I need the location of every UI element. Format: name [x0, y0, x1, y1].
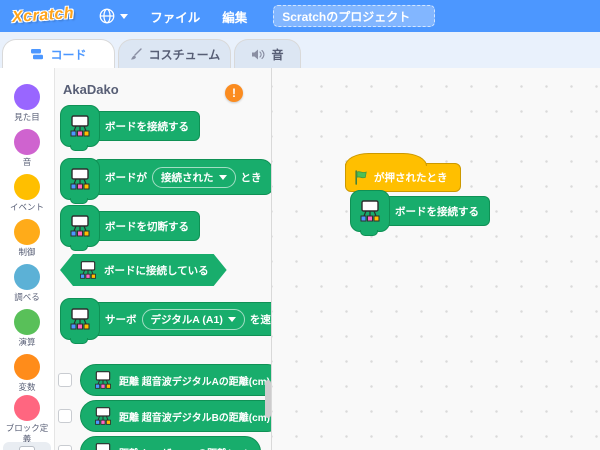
block-distance-ultrasonic-b[interactable]: 距離 超音波デジタルBの距離(cm)	[80, 400, 272, 432]
akadako-board-icon	[60, 205, 100, 247]
board-state-dropdown[interactable]: 接続された	[152, 167, 236, 188]
chevron-down-icon	[228, 317, 236, 322]
category-akadako-extension[interactable]	[3, 442, 51, 450]
chevron-down-icon	[120, 14, 128, 19]
project-name-input[interactable]	[273, 5, 435, 27]
reporter-checkbox[interactable]	[58, 409, 72, 423]
category-operators-dot	[14, 309, 40, 335]
block-label: ボードに接続している	[104, 263, 209, 278]
speaker-icon	[251, 48, 265, 61]
tab-costumes[interactable]: コスチューム	[118, 39, 231, 68]
tab-sounds-label: 音	[271, 46, 283, 63]
tab-sounds[interactable]: 音	[234, 39, 301, 68]
akadako-board-icon	[93, 406, 113, 426]
category-operators[interactable]: 演算	[0, 309, 54, 348]
category-variables-dot	[14, 354, 40, 380]
block-palette: AkaDako ! ボードを接続する	[55, 68, 272, 450]
chevron-down-icon	[219, 175, 227, 180]
language-selector[interactable]	[98, 7, 128, 25]
block-label: ボードを切断する	[105, 219, 189, 234]
code-blocks-icon	[30, 48, 44, 61]
menu-file[interactable]: ファイル	[150, 7, 200, 26]
reporter-row-ultrasonic-a: 距離 超音波デジタルAの距離(cm)	[58, 364, 272, 396]
block-label: が押されたとき	[374, 170, 448, 185]
extension-square-icon	[19, 446, 35, 450]
category-sensing[interactable]: 調べる	[0, 264, 54, 303]
akadako-board-icon	[93, 370, 113, 390]
category-control-dot	[14, 219, 40, 245]
block-label: とき	[241, 170, 262, 185]
globe-icon	[98, 7, 116, 25]
palette-scrollbar[interactable]	[265, 380, 271, 418]
category-sensing-dot	[14, 264, 40, 290]
palette-header: AkaDako	[63, 82, 119, 97]
block-label: 距離 超音波デジタルBの距離(cm)	[119, 409, 270, 424]
category-sound-dot	[14, 129, 40, 155]
category-myblocks[interactable]: ブロック定義	[0, 395, 54, 444]
reporter-checkbox[interactable]	[58, 373, 72, 387]
block-connect-board[interactable]: ボードを接続する	[60, 105, 200, 147]
category-events-dot	[14, 174, 40, 200]
category-sound[interactable]: 音	[0, 129, 54, 168]
akadako-board-icon	[78, 260, 98, 280]
akadako-board-icon	[60, 158, 100, 200]
tab-bar: コード コスチューム 音	[0, 32, 600, 68]
akadako-board-icon	[60, 298, 100, 340]
extension-info-badge[interactable]: !	[225, 84, 243, 102]
menu-edit[interactable]: 編集	[222, 7, 247, 26]
category-variables[interactable]: 変数	[0, 354, 54, 393]
category-myblocks-dot	[14, 395, 40, 421]
block-connect-board-script[interactable]: ボードを接続する	[350, 190, 490, 232]
block-label: ボードを接続する	[105, 119, 189, 134]
tab-code-label: コード	[50, 46, 86, 63]
block-distance-ultrasonic-a[interactable]: 距離 超音波デジタルAの距離(cm)	[80, 364, 272, 396]
category-events[interactable]: イベント	[0, 174, 54, 213]
category-looks[interactable]: 見た目	[0, 84, 54, 123]
block-label: ボードを接続する	[395, 204, 479, 219]
block-label: 距離 超音波デジタルAの距離(cm)	[119, 373, 270, 388]
akadako-board-icon	[60, 105, 100, 147]
category-control[interactable]: 制御	[0, 219, 54, 258]
akadako-board-icon	[350, 190, 390, 232]
xcratch-app: Xcratch ファイル 編集 コード	[0, 0, 600, 450]
reporter-row-laser-i2c: 距離 レーザーI2Cの距離(cm)	[58, 436, 261, 450]
tab-code[interactable]: コード	[2, 39, 115, 68]
block-is-board-connected[interactable]: ボードに接続している	[60, 254, 227, 286]
script-workspace[interactable]: が押されたとき ボードを接続する	[272, 68, 600, 450]
xcratch-logo[interactable]: Xcratch	[11, 5, 74, 27]
block-label: ボードが	[105, 170, 147, 185]
paintbrush-icon	[129, 48, 143, 61]
servo-port-dropdown[interactable]: デジタルA (A1)	[142, 309, 245, 330]
green-flag-icon	[354, 170, 368, 185]
category-looks-dot	[14, 84, 40, 110]
reporter-checkbox[interactable]	[58, 445, 72, 450]
block-label: サーボ	[105, 312, 137, 327]
block-label: を速度	[250, 312, 272, 327]
block-distance-laser-i2c[interactable]: 距離 レーザーI2Cの距離(cm)	[80, 436, 261, 450]
tab-costumes-label: コスチューム	[149, 46, 221, 63]
block-when-flag-clicked[interactable]: が押されたとき	[345, 163, 461, 192]
block-when-board-connected[interactable]: ボードが 接続された とき	[60, 158, 272, 200]
block-servo-speed[interactable]: サーボ デジタルA (A1) を速度 100	[60, 298, 272, 340]
reporter-row-ultrasonic-b: 距離 超音波デジタルBの距離(cm)	[58, 400, 272, 432]
block-disconnect-board[interactable]: ボードを切断する	[60, 205, 200, 247]
block-label: 距離 レーザーI2Cの距離(cm)	[119, 445, 248, 450]
menu-bar: Xcratch ファイル 編集	[0, 0, 600, 32]
category-column: 見た目 音 イベント 制御 調べる 演算	[0, 68, 55, 450]
akadako-board-icon	[93, 442, 113, 450]
main-area: 見た目 音 イベント 制御 調べる 演算	[0, 68, 600, 450]
